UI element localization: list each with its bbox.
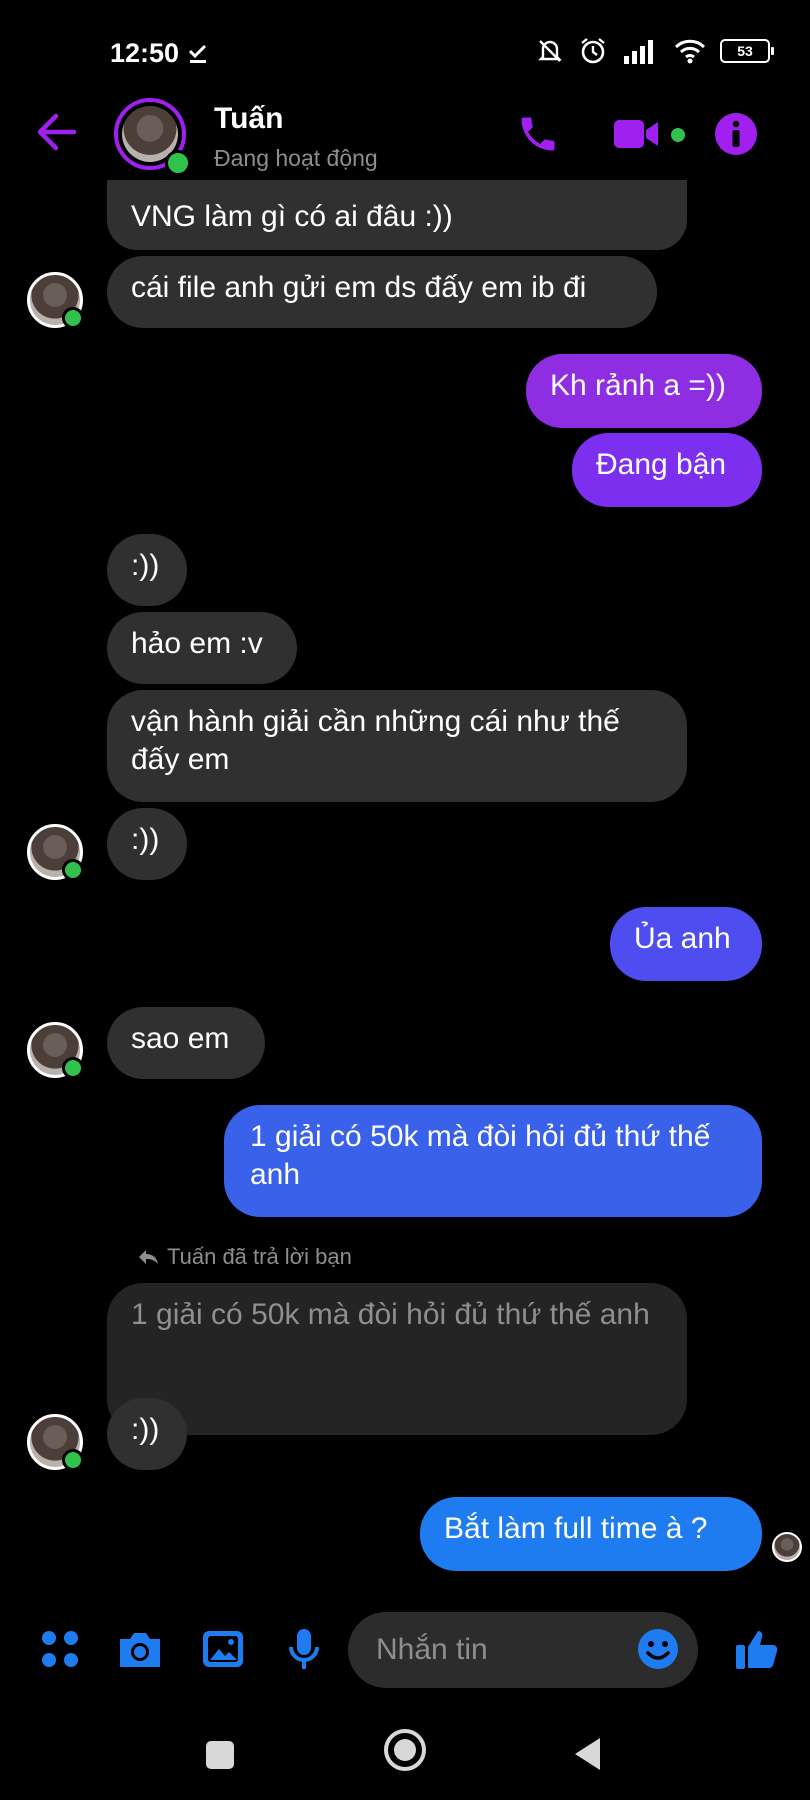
contact-name[interactable]: Tuấn [214,102,283,136]
sender-avatar[interactable] [27,824,84,881]
video-call-icon[interactable] [612,112,664,156]
message-outgoing[interactable]: Đang bận [572,433,762,507]
quoted-message[interactable]: 1 giải có 50k mà đòi hỏi đủ thứ thế anh [107,1283,687,1435]
reply-arrow-icon [139,1250,158,1264]
battery-icon: 53 [720,39,774,63]
more-actions-icon[interactable] [38,1627,82,1671]
reply-indicator: Tuấn đã trả lời bạn [137,1244,352,1270]
status-time: 12:50 [110,38,209,69]
back-nav-icon[interactable] [572,1736,604,1772]
message-incoming[interactable]: :)) [107,808,187,880]
message-incoming[interactable]: vận hành giải cần những cái như thế đấy … [107,690,687,802]
like-thumb-icon[interactable] [734,1627,780,1671]
phone-call-icon[interactable] [516,112,560,156]
online-indicator [165,150,191,176]
message-incoming[interactable]: :)) [107,534,187,606]
signal-icon [624,40,653,64]
message-incoming[interactable]: VNG làm gì có ai đâu :)) [107,180,687,250]
recents-icon[interactable] [204,1739,236,1771]
contact-status: Đang hoạt động [214,145,378,171]
download-done-icon [188,44,206,63]
emoji-icon[interactable] [636,1627,680,1671]
message-incoming[interactable]: hảo em :v [107,612,297,684]
info-icon[interactable] [714,112,758,156]
sender-avatar[interactable] [27,1414,84,1471]
message-outgoing[interactable]: Ủa anh [610,907,762,981]
message-outgoing[interactable]: Bắt làm full time à ? [420,1497,762,1571]
camera-icon[interactable] [116,1627,164,1671]
alarm-icon [581,38,605,64]
seen-avatar [772,1532,802,1562]
sender-avatar[interactable] [27,272,84,329]
message-outgoing[interactable]: 1 giải có 50k mà đòi hỏi đủ thứ thế anh [224,1105,762,1217]
status-icons: 53 [536,36,774,66]
message-text-field[interactable] [374,1632,638,1668]
gallery-icon[interactable] [200,1627,246,1671]
sender-avatar[interactable] [27,1022,84,1079]
message-incoming[interactable]: sao em [107,1007,265,1079]
wifi-icon [674,39,706,64]
mute-bell-icon [538,40,562,62]
message-outgoing[interactable]: Kh rảnh a =)) [526,354,762,428]
back-arrow-icon[interactable] [34,110,78,154]
message-incoming[interactable]: cái file anh gửi em ds đấy em ib đi [107,256,657,328]
home-icon[interactable] [383,1728,427,1772]
video-active-dot [671,128,685,142]
message-incoming[interactable]: :)) [107,1398,187,1470]
microphone-icon[interactable] [286,1627,322,1671]
